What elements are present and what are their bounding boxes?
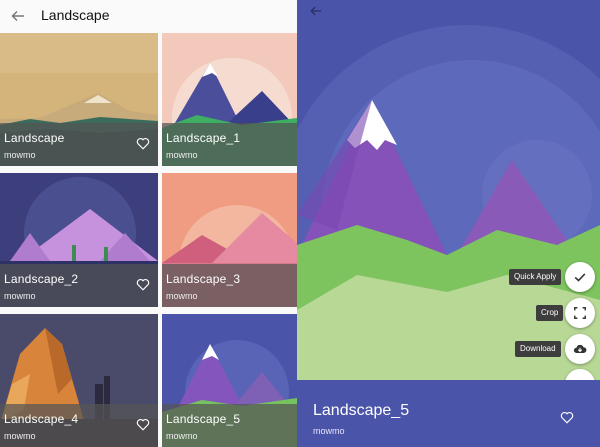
- wallpaper-name: Landscape_4: [4, 412, 79, 426]
- back-arrow-icon[interactable]: [10, 8, 26, 24]
- wallpaper-author: mowmo: [4, 291, 36, 301]
- heart-icon[interactable]: [136, 137, 150, 150]
- wallpaper-name: Landscape_1: [166, 131, 241, 145]
- wallpaper-author: mowmo: [166, 431, 198, 441]
- heart-icon[interactable]: [560, 411, 574, 424]
- download-button[interactable]: [565, 334, 595, 364]
- wallpaper-card-landscape-3[interactable]: Landscape_3 mowmo: [162, 173, 297, 307]
- wallpaper-card-landscape-5[interactable]: Landscape_5 mowmo: [162, 314, 297, 447]
- heart-icon[interactable]: [136, 278, 150, 291]
- check-icon: [574, 273, 586, 282]
- wallpaper-author: mowmo: [4, 431, 36, 441]
- crop-label: Crop: [536, 305, 564, 321]
- wallpaper-card-landscape-1[interactable]: Landscape_1 mowmo: [162, 33, 297, 166]
- cloud-download-icon: [573, 344, 587, 353]
- wallpaper-card-landscape[interactable]: Landscape mowmo: [0, 33, 158, 166]
- back-arrow-icon[interactable]: [309, 4, 323, 18]
- app-bar: Landscape: [0, 0, 297, 32]
- wallpaper-title: Landscape_5: [313, 402, 410, 419]
- wallpaper-name: Landscape_3: [166, 272, 241, 286]
- wallpaper-card-landscape-4[interactable]: Landscape_4 mowmo: [0, 314, 158, 447]
- quick-apply-button[interactable]: [565, 262, 595, 292]
- wallpaper-name: Landscape: [4, 131, 65, 145]
- card-footer: Landscape mowmo: [0, 123, 158, 166]
- download-label: Download: [515, 341, 561, 357]
- wallpaper-author: mowmo: [166, 150, 198, 160]
- detail-footer: Landscape_5 mowmo: [297, 380, 600, 447]
- card-footer: Landscape_1 mowmo: [162, 123, 297, 166]
- wallpaper-author: mowmo: [313, 426, 345, 436]
- card-footer: Landscape_2 mowmo: [0, 264, 158, 307]
- wallpaper-author: mowmo: [4, 150, 36, 160]
- wallpaper-card-landscape-2[interactable]: Landscape_2 mowmo: [0, 173, 158, 307]
- heart-icon[interactable]: [136, 418, 150, 431]
- wallpaper-detail-panel: Quick Apply Crop Download Landscape_5 mo…: [297, 0, 600, 447]
- card-footer: Landscape_5 mowmo: [162, 404, 297, 447]
- crop-icon: [574, 307, 586, 319]
- wallpaper-name: Landscape_2: [4, 272, 79, 286]
- gallery-panel: Landscape Landscape mowmo Landscape_1 mo…: [0, 0, 297, 447]
- quick-apply-label: Quick Apply: [509, 269, 562, 285]
- card-footer: Landscape_3 mowmo: [162, 264, 297, 307]
- wallpaper-name: Landscape_5: [166, 412, 241, 426]
- card-footer: Landscape_4 mowmo: [0, 404, 158, 447]
- wallpaper-author: mowmo: [166, 291, 198, 301]
- crop-button[interactable]: [565, 298, 595, 328]
- page-title: Landscape: [41, 7, 110, 23]
